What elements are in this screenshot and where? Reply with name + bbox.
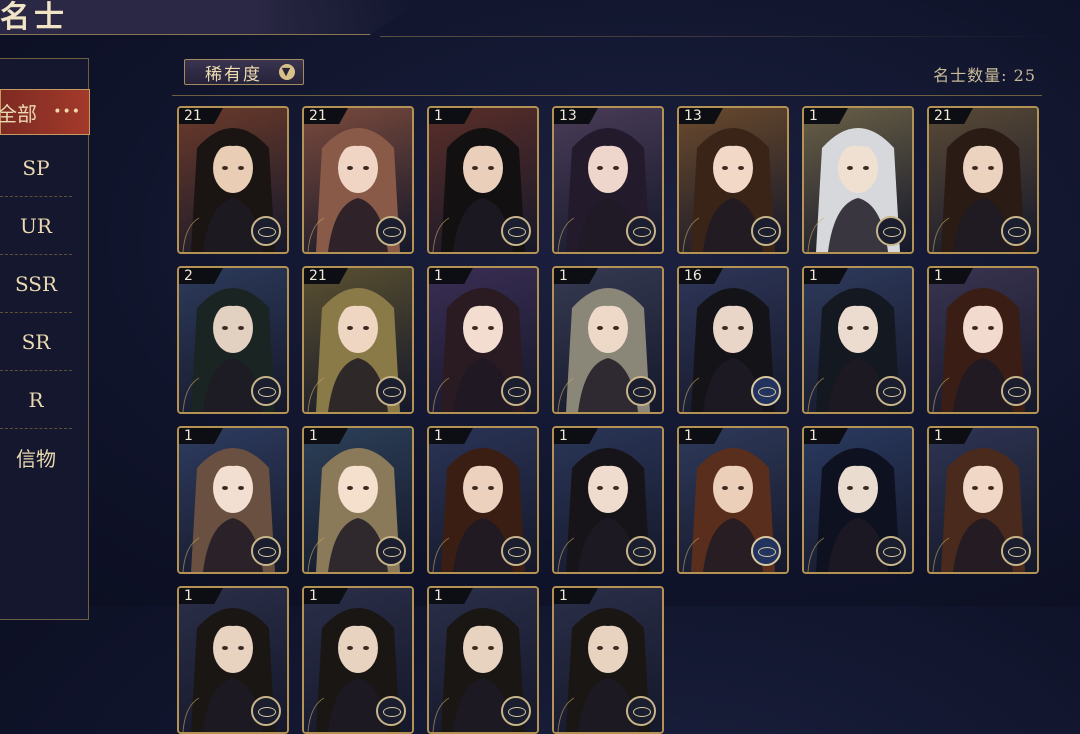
eye-badge-icon	[376, 536, 406, 566]
eye-badge-icon	[626, 376, 656, 406]
hero-card[interactable]: 16	[677, 266, 789, 414]
eye-badge-icon	[1001, 536, 1031, 566]
hero-card[interactable]: 2	[177, 266, 289, 414]
eye-badge-icon	[251, 696, 281, 726]
sidebar-item-label: SP	[22, 155, 50, 180]
sidebar-item-all[interactable]: 全部 •••	[0, 89, 90, 135]
hero-card[interactable]: 1	[552, 426, 664, 574]
hero-card[interactable]: 1	[177, 426, 289, 574]
eye-badge-icon	[751, 376, 781, 406]
eye-badge-icon	[626, 536, 656, 566]
header-divider	[380, 36, 1080, 37]
hero-card[interactable]: 1	[427, 426, 539, 574]
hero-card[interactable]: 1	[927, 426, 1039, 574]
eye-badge-icon	[876, 536, 906, 566]
hero-card[interactable]: 1	[427, 586, 539, 734]
eye-badge-icon	[501, 216, 531, 246]
eye-badge-icon	[1001, 216, 1031, 246]
sidebar-item-ur[interactable]: UR	[0, 197, 72, 255]
hero-card[interactable]: 1	[302, 426, 414, 574]
sidebar-item-label: SR	[21, 329, 51, 354]
hero-card[interactable]: 1	[177, 586, 289, 734]
eye-badge-icon	[376, 696, 406, 726]
eye-badge-icon	[876, 376, 906, 406]
hero-card[interactable]: 1	[552, 266, 664, 414]
hero-card[interactable]: 1	[427, 106, 539, 254]
hero-card[interactable]: 13	[677, 106, 789, 254]
hero-card[interactable]: 21	[302, 106, 414, 254]
sidebar-item-label: 全部	[0, 101, 37, 126]
hero-card[interactable]: 1	[302, 586, 414, 734]
hero-card[interactable]: 21	[927, 106, 1039, 254]
hero-card[interactable]: 1	[552, 586, 664, 734]
hero-card[interactable]: 13	[552, 106, 664, 254]
hero-card[interactable]: 1	[802, 106, 914, 254]
sidebar-item-label: UR	[20, 213, 52, 238]
eye-badge-icon	[501, 376, 531, 406]
sidebar-item-r[interactable]: R	[0, 371, 72, 429]
toolbar-divider	[172, 95, 1042, 96]
sort-dropdown-label: 稀有度	[205, 64, 262, 85]
eye-badge-icon	[626, 216, 656, 246]
eye-badge-icon	[1001, 376, 1031, 406]
eye-badge-icon	[626, 696, 656, 726]
chevron-down-icon: ▼	[279, 64, 295, 80]
sidebar-item-sp[interactable]: SP	[0, 139, 72, 197]
sidebar-item-label: R	[28, 387, 44, 412]
hero-card[interactable]: 21	[302, 266, 414, 414]
eye-badge-icon	[751, 216, 781, 246]
eye-badge-icon	[751, 536, 781, 566]
sidebar-item-tokens[interactable]: 信物	[0, 429, 72, 486]
title-banner: 名士	[0, 0, 420, 35]
eye-badge-icon	[501, 696, 531, 726]
hero-card[interactable]: 1	[802, 426, 914, 574]
sidebar-item-label: SSR	[14, 271, 58, 296]
eye-badge-icon	[251, 376, 281, 406]
page-title: 名士	[0, 0, 68, 35]
hero-card[interactable]: 1	[427, 266, 539, 414]
hero-card[interactable]: 1	[802, 266, 914, 414]
eye-badge-icon	[876, 216, 906, 246]
eye-badge-icon	[501, 536, 531, 566]
sidebar-item-label: 信物	[16, 447, 56, 471]
eye-badge-icon	[376, 376, 406, 406]
active-dots-icon: •••	[53, 104, 81, 120]
rarity-sidebar: 全部 ••• SP UR SSR SR R 信物	[0, 58, 90, 620]
eye-badge-icon	[251, 216, 281, 246]
hero-card[interactable]: 21	[177, 106, 289, 254]
eye-badge-icon	[251, 536, 281, 566]
hero-count: 名士数量: 25	[933, 66, 1036, 85]
sidebar-item-ssr[interactable]: SSR	[0, 255, 72, 313]
hero-card[interactable]: 1	[927, 266, 1039, 414]
hero-card[interactable]: 1	[677, 426, 789, 574]
sidebar-item-sr[interactable]: SR	[0, 313, 72, 371]
eye-badge-icon	[376, 216, 406, 246]
sort-dropdown[interactable]: 稀有度 ▼	[184, 59, 304, 85]
